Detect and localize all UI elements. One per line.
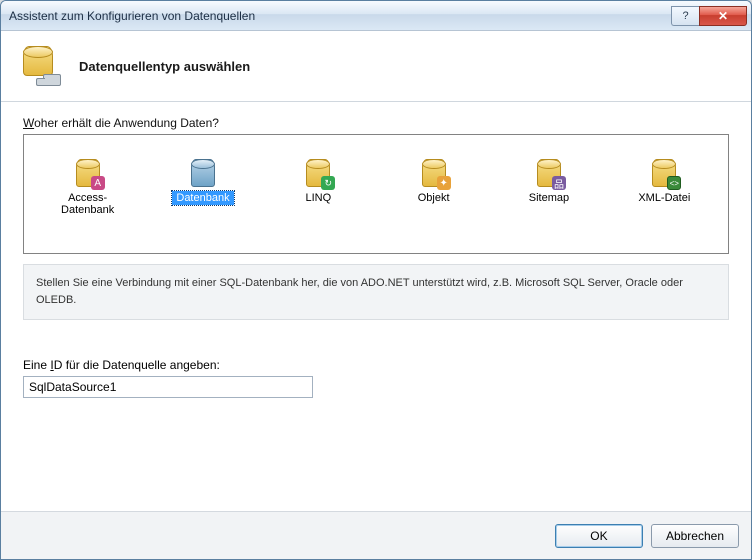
content-area: Woher erhält die Anwendung Daten? A Acce… <box>1 102 751 511</box>
datasource-wizard-icon <box>21 46 61 86</box>
id-section: Eine ID für die Datenquelle angeben: <box>23 358 729 398</box>
source-item-linq[interactable]: ↻ LINQ <box>268 149 368 207</box>
source-item-label: Sitemap <box>525 191 573 205</box>
close-icon: ✕ <box>718 9 728 23</box>
source-description: Stellen Sie eine Verbindung mit einer SQ… <box>23 264 729 320</box>
ok-button[interactable]: OK <box>555 524 643 548</box>
footer: OK Abbrechen <box>1 511 751 559</box>
database-icon <box>191 151 215 187</box>
source-item-label: Objekt <box>414 191 454 205</box>
help-button[interactable]: ? <box>671 6 699 26</box>
window-title: Assistent zum Konfigurieren von Datenque… <box>9 9 671 23</box>
source-item-label: Access-Datenbank <box>40 191 136 217</box>
database-access-icon: A <box>76 151 100 187</box>
header-band: Datenquellentyp auswählen <box>1 31 751 101</box>
database-object-icon: ✦ <box>422 151 446 187</box>
close-button[interactable]: ✕ <box>699 6 747 26</box>
source-item-object[interactable]: ✦ Objekt <box>384 149 484 207</box>
database-xml-icon: <> <box>652 151 676 187</box>
source-type-list: A Access-Datenbank Datenbank ↻ LINQ ✦ <box>23 134 729 254</box>
help-icon: ? <box>682 10 688 22</box>
source-item-label: XML-Datei <box>634 191 694 205</box>
cancel-button[interactable]: Abbrechen <box>651 524 739 548</box>
datasource-id-input[interactable] <box>23 376 313 398</box>
window-buttons: ? ✕ <box>671 6 747 26</box>
source-item-label: LINQ <box>301 191 335 205</box>
database-sitemap-icon: 品 <box>537 151 561 187</box>
titlebar[interactable]: Assistent zum Konfigurieren von Datenque… <box>1 1 751 31</box>
source-item-sitemap[interactable]: 品 Sitemap <box>499 149 599 207</box>
source-item-xml[interactable]: <> XML-Datei <box>614 149 714 207</box>
source-item-database[interactable]: Datenbank <box>153 149 253 207</box>
wizard-window: Assistent zum Konfigurieren von Datenque… <box>0 0 752 560</box>
id-label: Eine ID für die Datenquelle angeben: <box>23 358 729 372</box>
database-linq-icon: ↻ <box>306 151 330 187</box>
source-item-access[interactable]: A Access-Datenbank <box>38 149 138 219</box>
source-item-label: Datenbank <box>172 191 233 205</box>
page-title: Datenquellentyp auswählen <box>79 59 250 74</box>
source-question-label: Woher erhält die Anwendung Daten? <box>23 116 729 130</box>
